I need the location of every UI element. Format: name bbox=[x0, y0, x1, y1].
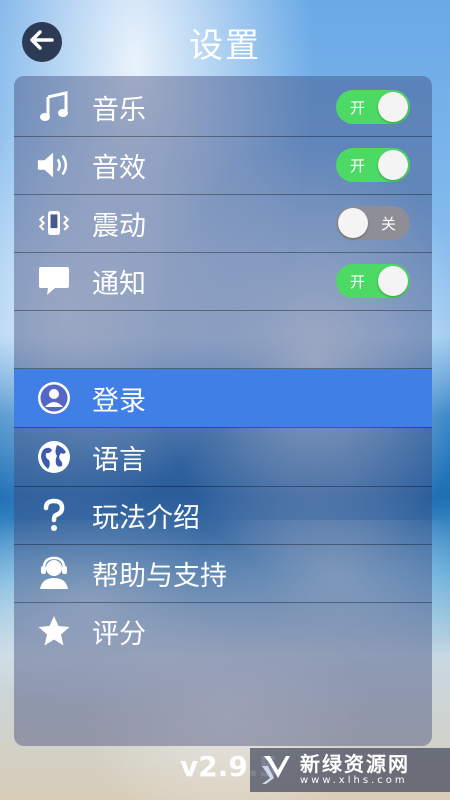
setting-label-sound: 音效 bbox=[92, 152, 146, 184]
question-icon bbox=[36, 497, 72, 533]
settings-panel: 音乐 开 音效 开 震动 关 通知 开 登录 语言 玩法介绍 帮助与支持 评分 bbox=[14, 76, 432, 746]
toggle-knob bbox=[378, 266, 408, 296]
support-icon bbox=[36, 555, 72, 591]
star-icon bbox=[36, 613, 72, 649]
toggle-state-text: 关 bbox=[380, 214, 396, 233]
watermark-logo-icon bbox=[256, 752, 292, 788]
speaker-icon bbox=[36, 147, 72, 183]
setting-label-music: 音乐 bbox=[92, 94, 146, 126]
setting-row-notification[interactable]: 通知 开 bbox=[14, 252, 432, 310]
menu-label-language: 语言 bbox=[92, 444, 146, 476]
vibrate-icon bbox=[36, 205, 72, 241]
page-title: 设置 bbox=[189, 26, 261, 66]
menu-label-rate: 评分 bbox=[92, 618, 146, 650]
menu-item-help-support[interactable]: 帮助与支持 bbox=[14, 544, 432, 602]
menu-label-login: 登录 bbox=[92, 385, 146, 417]
toggle-state-text: 开 bbox=[350, 98, 366, 117]
menu-item-language[interactable]: 语言 bbox=[14, 428, 432, 486]
user-icon bbox=[36, 380, 72, 416]
menu-label-how-to-play: 玩法介绍 bbox=[92, 502, 200, 534]
notification-toggle[interactable]: 开 bbox=[336, 264, 410, 298]
setting-row-music[interactable]: 音乐 开 bbox=[14, 78, 432, 136]
watermark-text: 新绿资源网 www.xlhs.com bbox=[300, 753, 410, 787]
divider bbox=[14, 310, 432, 311]
toggle-knob bbox=[378, 150, 408, 180]
menu-label-help-support: 帮助与支持 bbox=[92, 560, 227, 592]
menu-item-login[interactable]: 登录 bbox=[14, 369, 432, 427]
sound-toggle[interactable]: 开 bbox=[336, 148, 410, 182]
toggle-knob bbox=[338, 208, 368, 238]
watermark: 新绿资源网 www.xlhs.com bbox=[250, 748, 450, 792]
menu-item-how-to-play[interactable]: 玩法介绍 bbox=[14, 486, 432, 544]
toggle-state-text: 开 bbox=[350, 272, 366, 291]
watermark-main-text: 新绿资源网 bbox=[300, 752, 410, 776]
toggle-state-text: 开 bbox=[350, 156, 366, 175]
setting-row-vibrate[interactable]: 震动 关 bbox=[14, 194, 432, 252]
setting-label-vibrate: 震动 bbox=[92, 210, 146, 242]
toggle-knob bbox=[378, 92, 408, 122]
menu-item-rate[interactable]: 评分 bbox=[14, 602, 432, 660]
vibrate-toggle[interactable]: 关 bbox=[336, 206, 410, 240]
music-toggle[interactable]: 开 bbox=[336, 90, 410, 124]
setting-label-notification: 通知 bbox=[92, 268, 146, 300]
setting-row-sound[interactable]: 音效 开 bbox=[14, 136, 432, 194]
music-icon bbox=[36, 89, 72, 125]
globe-icon bbox=[36, 439, 72, 475]
notification-icon bbox=[36, 263, 72, 299]
watermark-url-text: www.xlhs.com bbox=[300, 775, 408, 786]
